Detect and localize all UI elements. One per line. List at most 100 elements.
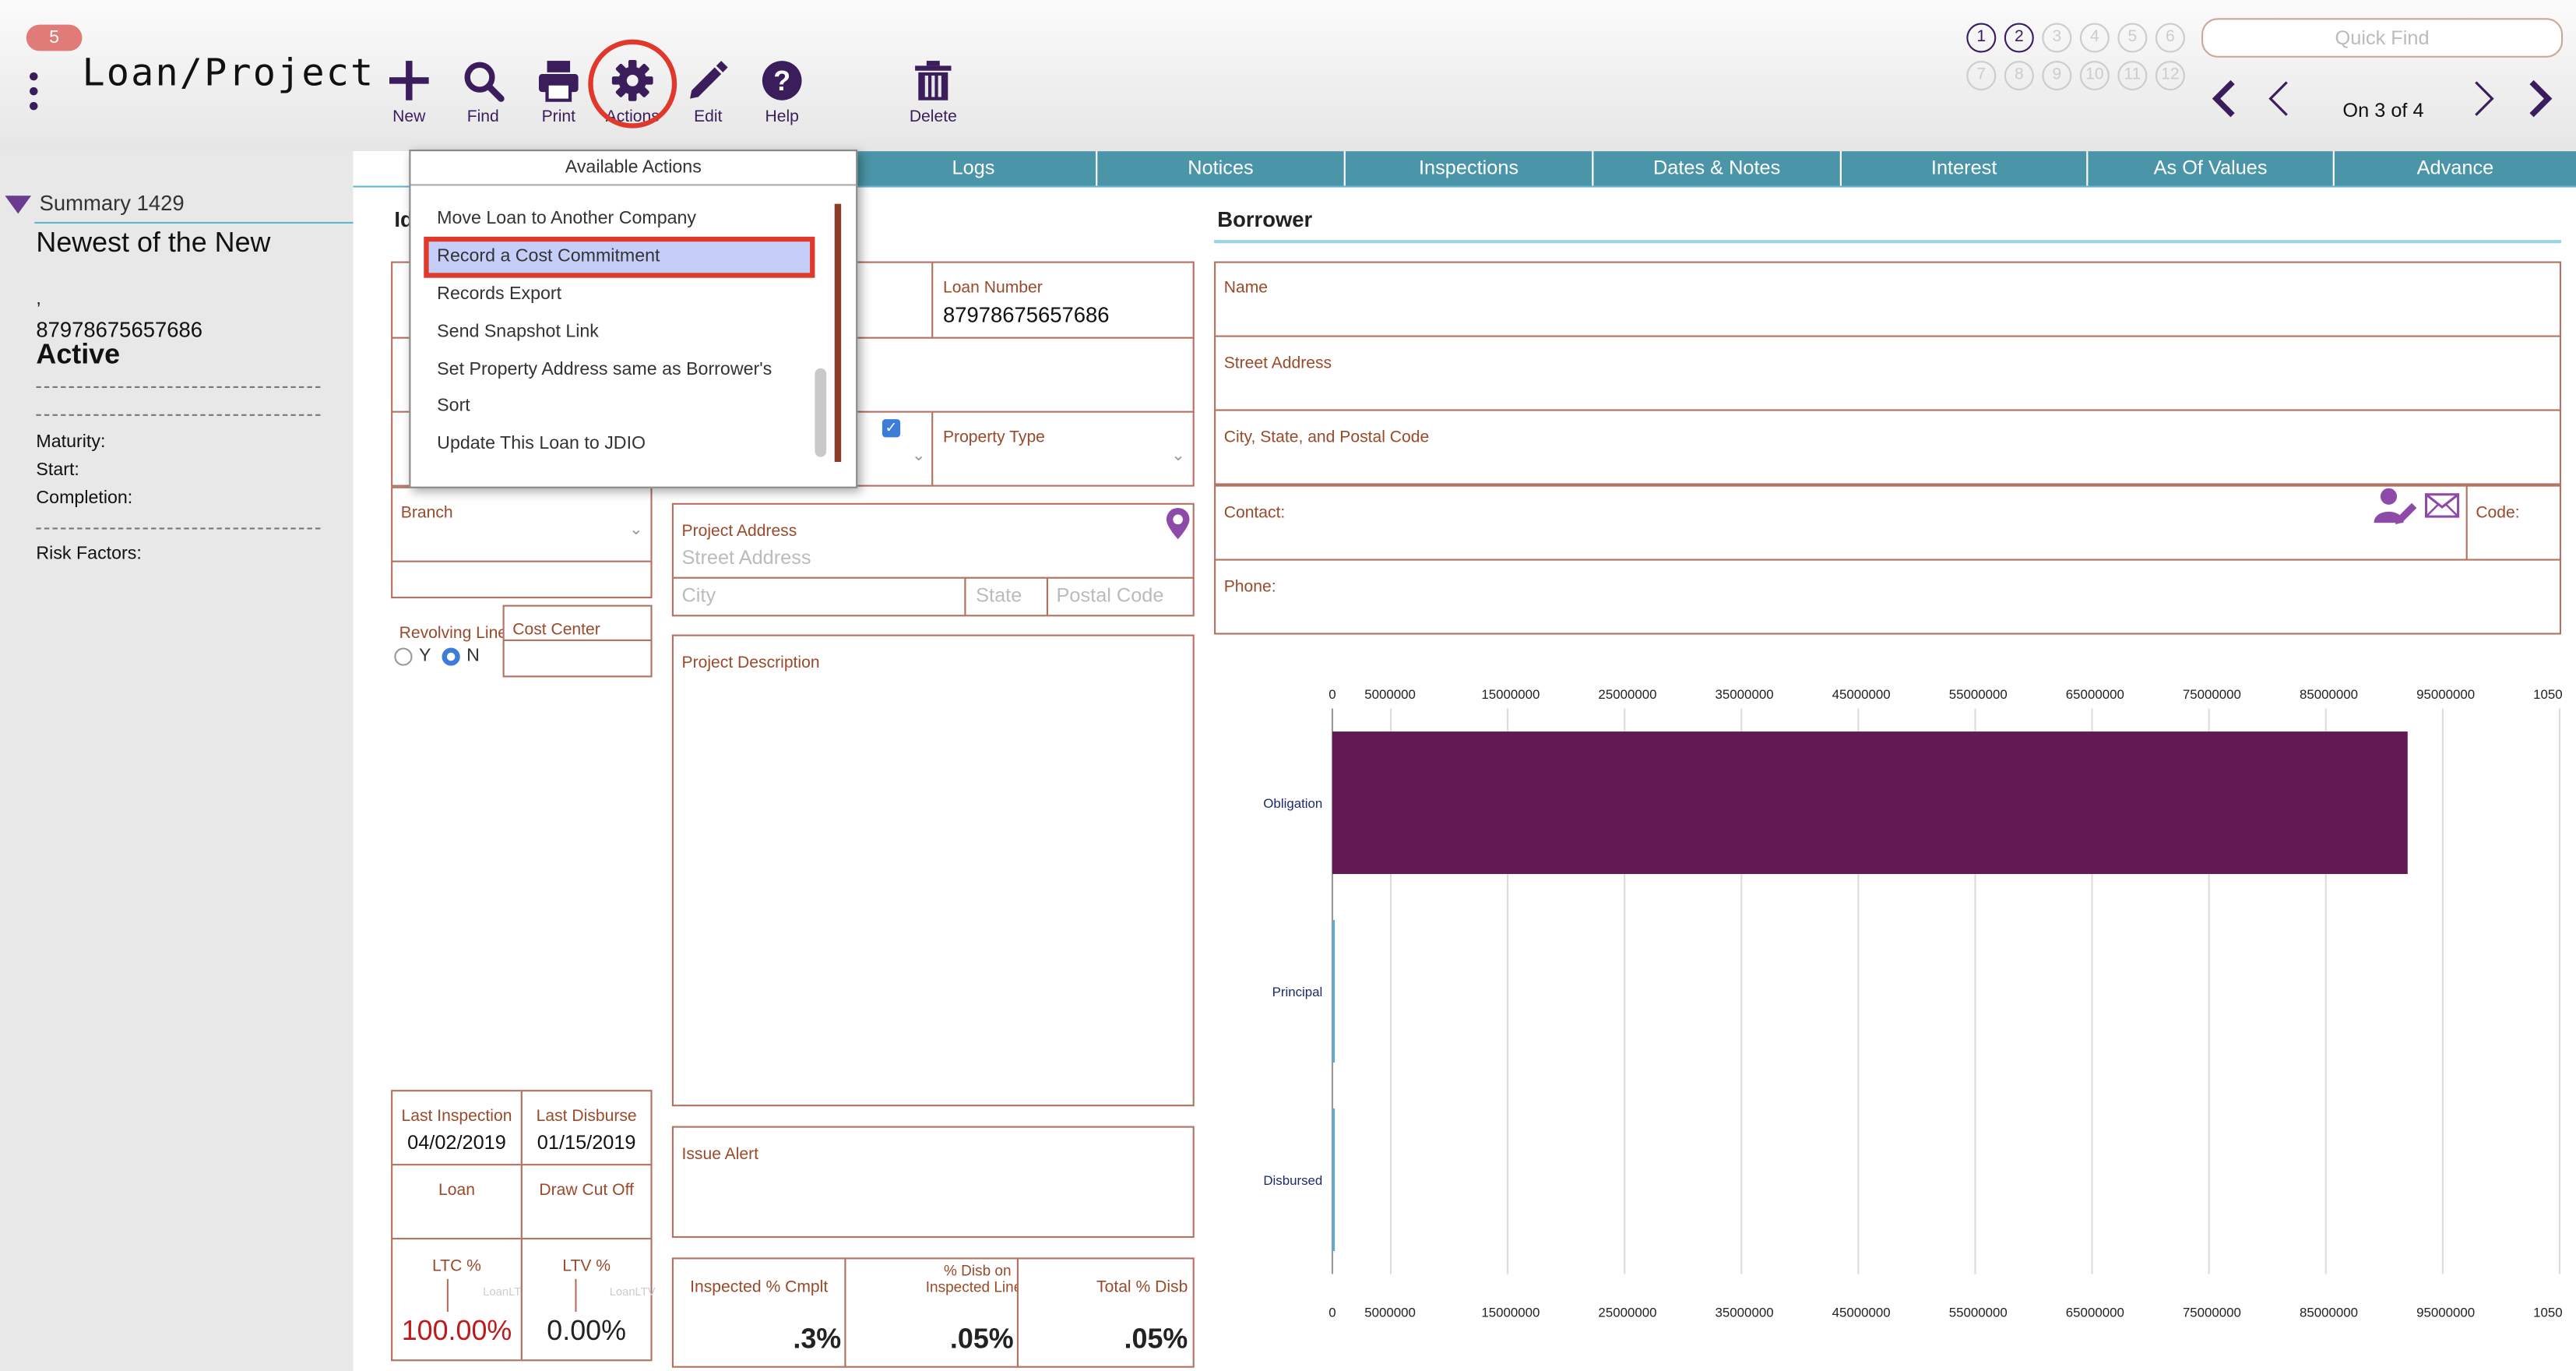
summary-divider bbox=[34, 221, 354, 224]
chart-bottom-tick-label: 65000000 bbox=[2066, 1305, 2124, 1320]
ltv-label: LTV % bbox=[562, 1257, 611, 1276]
street-address-input[interactable]: Street Address bbox=[682, 546, 811, 569]
revolving-no-radio[interactable] bbox=[442, 647, 460, 666]
ltv-value: 0.00% bbox=[547, 1315, 626, 1347]
revolving-yes-radio[interactable] bbox=[394, 647, 413, 666]
property-type-field[interactable] bbox=[931, 411, 1195, 487]
borrower-contact-field[interactable] bbox=[1214, 485, 2468, 561]
chevron-down-icon[interactable]: ⌄ bbox=[912, 447, 926, 465]
trash-icon bbox=[915, 61, 952, 100]
page-11[interactable]: 11 bbox=[2117, 61, 2148, 91]
action-move-loan[interactable]: Move Loan to Another Company bbox=[437, 209, 696, 228]
page-9[interactable]: 9 bbox=[2042, 61, 2072, 91]
project-description-field[interactable] bbox=[671, 634, 1195, 1107]
tab-logs[interactable]: Logs bbox=[849, 151, 1096, 186]
postal-code-input[interactable]: Postal Code bbox=[1057, 583, 1164, 607]
chart-top-tick-label: 55000000 bbox=[1949, 687, 2008, 702]
chart-top-tick-label: 10500000 bbox=[2533, 687, 2563, 702]
borrower-code-label: Code: bbox=[2476, 504, 2520, 523]
last-inspection-label: Last Inspection bbox=[401, 1108, 512, 1126]
help-button[interactable]: ? Help bbox=[746, 59, 818, 127]
page-7[interactable]: 7 bbox=[1966, 61, 1997, 91]
start-label: Start: bbox=[36, 460, 79, 481]
chart-bottom-tick-label: 45000000 bbox=[1832, 1305, 1891, 1320]
city-field[interactable] bbox=[671, 576, 966, 617]
borrower-street-field[interactable] bbox=[1214, 335, 2562, 411]
chart-top-tick-label: 5000000 bbox=[1364, 687, 1416, 702]
action-set-property-address[interactable]: Set Property Address same as Borrower's bbox=[437, 360, 772, 379]
borrower-name-field[interactable] bbox=[1214, 261, 2562, 337]
svg-text:?: ? bbox=[773, 65, 790, 97]
revolving-line-label: Revolving Line bbox=[399, 624, 508, 643]
cost-center-subfield[interactable] bbox=[502, 639, 653, 678]
issue-alert-field[interactable] bbox=[671, 1126, 1195, 1239]
project-description-label: Project Description bbox=[681, 654, 820, 673]
page-4[interactable]: 4 bbox=[2079, 23, 2110, 53]
last-disburse-box bbox=[520, 1090, 653, 1166]
tab-as-of-values[interactable]: As Of Values bbox=[2086, 151, 2333, 186]
last-record-icon[interactable] bbox=[2523, 77, 2556, 120]
quick-find-input[interactable]: Quick Find bbox=[2201, 18, 2564, 58]
plus-icon bbox=[389, 61, 429, 100]
chart-top-tick-label: 25000000 bbox=[1598, 687, 1656, 702]
summary-status: Active bbox=[36, 338, 121, 370]
total-disb-value: .05% bbox=[1124, 1323, 1188, 1355]
property-checkbox[interactable]: ✓ bbox=[882, 419, 901, 438]
first-record-icon[interactable] bbox=[2208, 77, 2240, 120]
chart-bottom-tick-label: 25000000 bbox=[1598, 1305, 1656, 1320]
chevron-down-icon[interactable]: ⌄ bbox=[629, 521, 643, 539]
print-button[interactable]: Print bbox=[523, 59, 595, 126]
chart-bottom-tick-label: 35000000 bbox=[1716, 1305, 1774, 1320]
edit-button[interactable]: Edit bbox=[672, 59, 744, 126]
chart-top-tick-label: 35000000 bbox=[1716, 687, 1774, 702]
chart-bottom-tick-label: 15000000 bbox=[1481, 1305, 1540, 1320]
action-update-loan-jdio[interactable]: Update This Loan to JDIO bbox=[437, 434, 646, 453]
state-input[interactable]: State bbox=[976, 583, 1022, 607]
chart-bar-principal bbox=[1332, 920, 1336, 1063]
summary-name: Newest of the New bbox=[36, 227, 271, 259]
tab-inspections[interactable]: Inspections bbox=[1343, 151, 1592, 186]
popup-scrollbar-thumb[interactable] bbox=[815, 368, 827, 457]
chart-category-label: Principal bbox=[1272, 985, 1323, 999]
help-button-label: Help bbox=[765, 108, 799, 127]
record-position: On 3 of 4 bbox=[2342, 98, 2424, 122]
chevron-down-icon[interactable]: ⌄ bbox=[1171, 447, 1185, 465]
page-2[interactable]: 2 bbox=[2004, 23, 2034, 53]
delete-button[interactable]: Delete bbox=[897, 59, 970, 126]
next-record-icon[interactable] bbox=[2468, 77, 2500, 120]
page-5[interactable]: 5 bbox=[2117, 23, 2148, 53]
action-send-snapshot-link[interactable]: Send Snapshot Link bbox=[437, 322, 599, 342]
city-input[interactable]: City bbox=[682, 583, 716, 607]
email-icon[interactable] bbox=[2424, 493, 2460, 518]
borrower-street-label: Street Address bbox=[1223, 354, 1332, 374]
action-sort[interactable]: Sort bbox=[437, 396, 470, 416]
draw-cut-off-box bbox=[520, 1164, 653, 1240]
tab-interest[interactable]: Interest bbox=[1839, 151, 2087, 186]
previous-record-icon[interactable] bbox=[2262, 77, 2295, 120]
new-button[interactable]: New bbox=[373, 59, 445, 126]
page-6[interactable]: 6 bbox=[2155, 23, 2185, 53]
branch-field[interactable] bbox=[391, 486, 653, 562]
popup-accent-bar bbox=[834, 203, 842, 462]
branch-subfield[interactable] bbox=[391, 560, 653, 599]
page-3[interactable]: 3 bbox=[2042, 23, 2072, 53]
collapse-triangle-icon[interactable] bbox=[5, 196, 32, 215]
tab-notices[interactable]: Notices bbox=[1096, 151, 1344, 186]
page-8[interactable]: 8 bbox=[2004, 61, 2034, 91]
chart-bottom-tick-label: 5000000 bbox=[1364, 1305, 1416, 1320]
tab-dates-notes[interactable]: Dates & Notes bbox=[1592, 151, 1840, 186]
action-record-cost-commitment[interactable]: Record a Cost Commitment bbox=[437, 247, 660, 266]
chart-bar-obligation bbox=[1332, 731, 2408, 874]
page-1[interactable]: 1 bbox=[1966, 23, 1997, 53]
page-10[interactable]: 10 bbox=[2079, 61, 2110, 91]
summary-header: Summary 1429 bbox=[39, 190, 185, 216]
borrower-phone-field[interactable] bbox=[1214, 559, 2562, 635]
kebab-menu-icon[interactable] bbox=[29, 72, 40, 117]
action-records-export[interactable]: Records Export bbox=[437, 284, 561, 304]
map-pin-icon[interactable] bbox=[1165, 506, 1191, 541]
find-button[interactable]: Find bbox=[447, 59, 519, 126]
tab-advance[interactable]: Advance bbox=[2332, 151, 2576, 186]
chart-bottom-tick-label: 75000000 bbox=[2183, 1305, 2241, 1320]
edit-contact-icon[interactable] bbox=[2374, 487, 2417, 527]
page-12[interactable]: 12 bbox=[2155, 61, 2185, 91]
